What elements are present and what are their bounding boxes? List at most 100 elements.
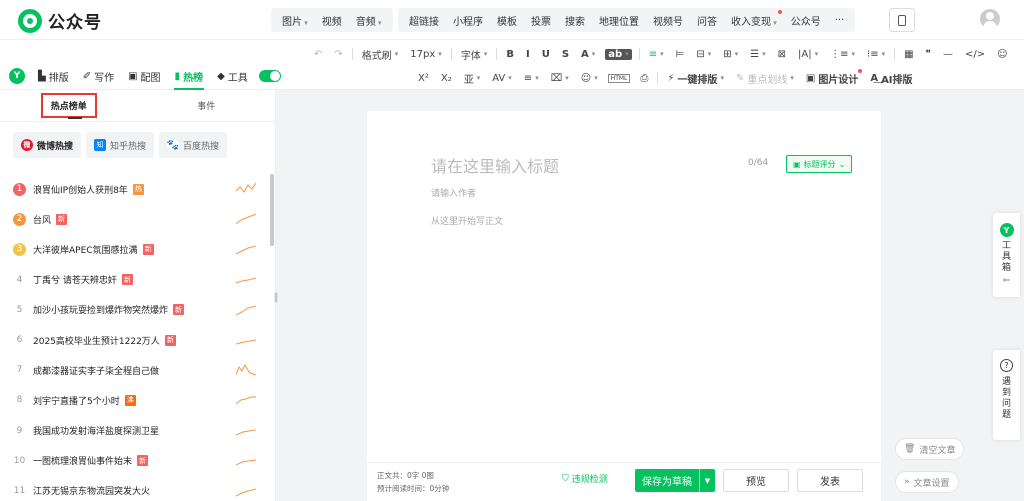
format-button-17[interactable]: |A| ▾ <box>792 49 824 60</box>
format-button-2[interactable]: 格式刷 ▾ <box>356 47 405 62</box>
insert-tool-10[interactable]: ··· <box>828 15 852 26</box>
toolbar-row-1: ↶ ↷ 格式刷 ▾ 17px ▾ 字体 ▾ B I U S A ▾ ab ▾ ≡ ▾ ⊨ ⊟ ▾ ⊞ ▾ ☰ ▾ ⊠ |A| ▾ ⋮≡ ▾… <box>308 43 1014 65</box>
hot-list-item[interactable]: 8 刘宇宁直播了5个小时沸 <box>0 385 270 415</box>
hot-list-item[interactable]: 9 我国成功发射海洋盐度探测卫星 <box>0 416 270 446</box>
hot-list-item[interactable]: 3 大洋彼岸APEC氛围感拉满新 <box>0 234 270 264</box>
publish-button[interactable]: 发表 <box>797 469 863 492</box>
format-button-18[interactable]: ⋮≡ ▾ <box>824 49 861 60</box>
format-button-14[interactable]: ⊞ ▾ <box>717 49 744 60</box>
format-button-23[interactable]: </> <box>959 49 991 60</box>
logo[interactable]: 公众号 <box>18 8 102 33</box>
save-draft-button[interactable]: 保存为草稿 ▼ <box>635 469 715 492</box>
format-button-3[interactable]: 17px ▾ <box>404 49 448 60</box>
hot-list-item[interactable]: 11 江苏无锡京东物流园突发大火 <box>0 476 270 501</box>
help-sidebar[interactable]: ? 遇到问题 <box>993 350 1020 440</box>
format-button-row2-0[interactable]: X² <box>412 73 435 84</box>
insert-tool-8[interactable]: 收入变现 ▾ <box>724 9 784 28</box>
format-button-row2-1[interactable]: X₂ <box>435 73 458 84</box>
format-button-1[interactable]: ↷ <box>328 49 348 60</box>
ai-layout-button[interactable]: A͢ AI排版 <box>864 71 918 86</box>
image-design-button[interactable]: ▣ 图片设计 <box>800 68 864 86</box>
hot-list-item[interactable]: 10 一图梳理浪胃仙事件始末新 <box>0 446 270 476</box>
insert-tool-6[interactable]: 视频号 <box>646 13 690 28</box>
format-button-16[interactable]: ⊠ <box>772 49 792 60</box>
highlight-line-button[interactable]: ✎ 重点划线 ▾ <box>730 71 800 86</box>
insert-tool-4[interactable]: 搜索 <box>558 13 592 28</box>
tab-image[interactable]: ▣ 配图 <box>121 62 167 90</box>
format-button-row2-8[interactable]: ⎙ <box>634 73 654 84</box>
plugin-toggle[interactable] <box>258 70 281 82</box>
preview-button[interactable]: 预览 <box>723 469 789 492</box>
format-button-8[interactable]: S <box>556 49 575 60</box>
format-button-15[interactable]: ☰ ▾ <box>744 49 771 60</box>
collapse-panel-handle[interactable]: ‖ <box>271 285 281 309</box>
format-button-11[interactable]: ≡ ▾ <box>643 49 670 60</box>
insert-media-2[interactable]: 音频 ▾ <box>349 13 389 28</box>
article-settings-button[interactable]: » 文章设置 <box>895 471 959 493</box>
tab-events[interactable]: 事件 <box>138 90 276 121</box>
format-button-row2-6[interactable]: ☺ ▾ <box>575 73 604 84</box>
format-label: ⌧ <box>550 72 563 84</box>
format-button-0[interactable]: ↶ <box>308 49 328 60</box>
format-button-22[interactable]: — <box>937 49 959 60</box>
title-score-button[interactable]: ▣ 标题评分 ⌄ <box>786 155 853 173</box>
hot-list-item[interactable]: 1 浪胃仙IP创始人获刑8年热 <box>0 174 270 204</box>
format-button-row2-4[interactable]: ≡ ▾ <box>518 73 545 84</box>
chevron-down-icon: ▾ <box>707 50 712 58</box>
scrollbar[interactable] <box>270 174 274 246</box>
insert-tool-5[interactable]: 地理位置 <box>592 13 646 28</box>
body-input[interactable]: 从这里开始写正文 <box>431 214 503 227</box>
insert-tool-7[interactable]: 问答 <box>690 13 724 28</box>
one-click-layout-button[interactable]: ⚡ 一键排版 ▾ <box>661 71 730 86</box>
insert-media-1[interactable]: 视频 <box>315 13 349 28</box>
chevron-down-icon: ▾ <box>734 50 739 58</box>
format-label: ☺ <box>580 72 592 84</box>
mobile-preview-icon[interactable] <box>889 8 915 32</box>
tab-hot[interactable]: ▮ 热榜 <box>168 62 211 90</box>
insert-media-0[interactable]: 图片 ▾ <box>275 13 315 28</box>
hot-list-item[interactable]: 7 成都漆器证实李子柒全程自己做 <box>0 355 270 385</box>
format-button-5[interactable]: B <box>500 49 520 60</box>
format-button-19[interactable]: ⁝≡ ▾ <box>861 49 891 60</box>
format-button-13[interactable]: ⊟ ▾ <box>690 49 717 60</box>
tab-tools[interactable]: ◆ 工具 <box>210 62 255 90</box>
insert-tool-3[interactable]: 投票 <box>524 13 558 28</box>
author-input[interactable]: 请输入作者 <box>431 186 476 199</box>
hot-list-item[interactable]: 2 台风新 <box>0 204 270 234</box>
toolbox-sidebar[interactable]: Y 工具箱 ⇐ <box>993 213 1020 297</box>
insert-tool-0[interactable]: 超链接 <box>402 13 446 28</box>
format-button-row2-5[interactable]: ⌧ ▾ <box>545 73 575 84</box>
menu-label: 问答 <box>697 16 717 28</box>
violation-check-button[interactable]: ⛉ 违规检测 <box>562 472 608 486</box>
format-button-10[interactable]: ab ▾ <box>605 48 632 60</box>
insert-tool-9[interactable]: 公众号 <box>784 13 828 28</box>
hot-list-item[interactable]: 4 丁禹兮 请苍天辨忠奸新 <box>0 265 270 295</box>
source-weibo[interactable]: 微微博热搜 <box>13 132 82 158</box>
hot-list-item[interactable]: 6 2025高校毕业生预计1222万人新 <box>0 325 270 355</box>
format-label: ⋮≡ <box>830 48 849 60</box>
plugin-logo-icon[interactable]: Y <box>9 68 25 84</box>
format-button-24[interactable]: ☺ <box>991 49 1013 60</box>
format-button-row2-7[interactable]: HTML <box>607 73 631 83</box>
format-button-9[interactable]: A ▾ <box>575 49 601 60</box>
hot-list-item[interactable]: 5 加沙小孩玩耍捡到爆炸物突然爆炸新 <box>0 295 270 325</box>
format-button-7[interactable]: U <box>536 49 556 60</box>
title-input[interactable]: 请在这里输入标题 <box>431 153 559 177</box>
format-button-12[interactable]: ⊨ <box>670 49 691 60</box>
clear-article-button[interactable]: 🗑 清空文章 <box>895 438 965 460</box>
format-button-row2-3[interactable]: AV ▾ <box>486 73 518 84</box>
chevron-down-icon[interactable]: ▼ <box>699 469 715 492</box>
tab-write[interactable]: ✐ 写作 <box>76 62 121 90</box>
source-zhihu[interactable]: 知知乎热搜 <box>86 132 155 158</box>
title-char-count: 0/64 <box>748 158 769 168</box>
insert-tool-2[interactable]: 模板 <box>490 13 524 28</box>
format-button-row2-2[interactable]: 亚 ▾ <box>458 71 487 86</box>
format-button-20[interactable]: ▦ <box>898 49 919 60</box>
tab-layout[interactable]: ▙ 排版 <box>31 62 76 90</box>
format-button-21[interactable]: ❞ <box>920 49 937 60</box>
source-baidu[interactable]: 🐾 百度热搜 <box>159 132 228 158</box>
insert-tool-1[interactable]: 小程序 <box>446 13 490 28</box>
avatar[interactable] <box>980 9 1000 29</box>
format-button-4[interactable]: 字体 ▾ <box>455 47 494 62</box>
format-button-6[interactable]: I <box>520 49 536 60</box>
